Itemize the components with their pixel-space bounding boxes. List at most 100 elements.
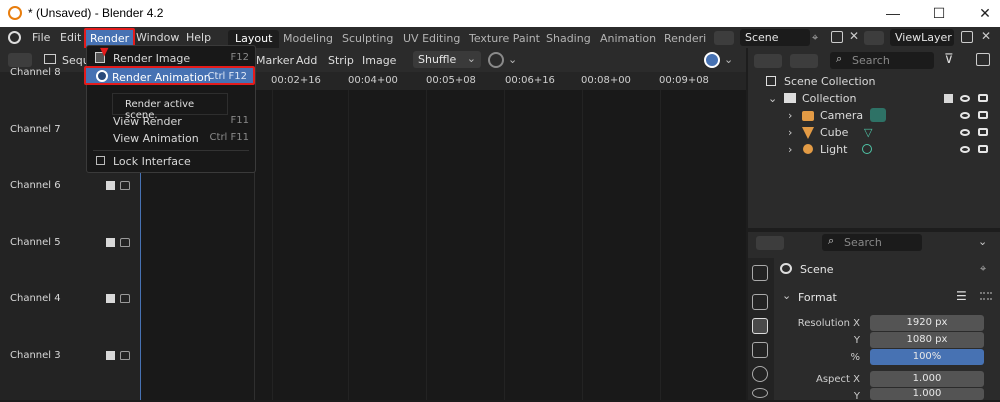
aspect-y-field[interactable]: 1.000	[870, 388, 984, 400]
scene-collection-label[interactable]: Scene Collection	[784, 75, 875, 88]
grid-line	[582, 90, 583, 400]
channel-label[interactable]: Channel 4	[10, 293, 61, 304]
channel-label[interactable]: Channel 5	[10, 237, 61, 248]
pin-icon[interactable]: ⌖	[980, 262, 986, 276]
close-viewlayer-icon[interactable]: ✕	[981, 29, 991, 43]
panel-drag-handle[interactable]	[980, 292, 992, 300]
resolution-x-field[interactable]: 1920 px	[870, 315, 984, 331]
outliner-item-light[interactable]: Light	[820, 143, 847, 156]
outliner-editor-type-icon[interactable]	[754, 54, 782, 68]
new-collection-icon[interactable]	[976, 53, 990, 66]
properties-editor-type-icon[interactable]	[756, 236, 784, 250]
camera-visibility-icon[interactable]	[978, 128, 988, 136]
output-tab-icon[interactable]	[752, 318, 768, 334]
viewlayer-field[interactable]: ViewLayer	[890, 29, 954, 46]
view-animation-item[interactable]: View Animation Ctrl F11	[87, 129, 255, 147]
chevron-right-icon[interactable]: ›	[788, 143, 792, 156]
menu-help[interactable]: Help	[186, 31, 211, 44]
overlap-mode-dropdown[interactable]: Shuffle ⌄	[413, 51, 481, 68]
chevron-right-icon[interactable]: ›	[788, 126, 792, 139]
format-panel-title: Format	[798, 291, 837, 304]
render-animation-item[interactable]: Render Animation Ctrl F12	[84, 66, 255, 85]
outliner-item-cube[interactable]: Cube	[820, 126, 848, 139]
menu-file[interactable]: File	[32, 31, 50, 44]
lock-icon[interactable]	[120, 351, 130, 360]
aspect-x-field[interactable]: 1.000	[870, 371, 984, 387]
lock-interface-checkbox[interactable]	[96, 156, 105, 165]
scene-tab-icon[interactable]	[752, 366, 768, 382]
maximize-button[interactable]: ☐	[916, 0, 962, 27]
resolution-y-field[interactable]: 1080 px	[870, 332, 984, 348]
tool-tab-icon[interactable]	[752, 265, 768, 281]
collection-label[interactable]: Collection	[802, 92, 856, 105]
menu-marker[interactable]: Marker	[256, 54, 294, 67]
channel-mute-checkbox[interactable]	[106, 181, 115, 190]
camera-visibility-icon[interactable]	[978, 94, 988, 102]
pin-icon[interactable]: ⌖	[812, 31, 824, 44]
tab-rendering[interactable]: Renderin	[657, 30, 707, 48]
menu-edit[interactable]: Edit	[60, 31, 81, 44]
scene-field[interactable]: Scene	[740, 29, 810, 46]
chevron-down-icon[interactable]: ⌄	[768, 92, 777, 105]
tab-texture-paint[interactable]: Texture Paint	[462, 30, 547, 48]
chevron-right-icon[interactable]: ›	[788, 109, 792, 122]
menu-add[interactable]: Add	[296, 54, 317, 67]
copy-viewlayer-icon[interactable]	[961, 31, 973, 43]
close-scene-icon[interactable]: ✕	[849, 29, 859, 43]
sequencer-view-icon[interactable]	[44, 54, 56, 64]
lock-interface-item[interactable]: Lock Interface	[87, 152, 255, 170]
snap-options-chevron-icon[interactable]: ⌄	[508, 53, 517, 66]
channel-mute-checkbox[interactable]	[106, 351, 115, 360]
channel-label[interactable]: Channel 3	[10, 350, 61, 361]
render-image-item[interactable]: Render Image F12	[87, 49, 255, 67]
collection-exclude-checkbox[interactable]	[944, 94, 953, 103]
tab-shading[interactable]: Shading	[539, 30, 598, 48]
outliner-search-placeholder: Search	[852, 54, 890, 67]
menu-image[interactable]: Image	[362, 54, 396, 67]
editor-type-icon[interactable]	[8, 53, 32, 67]
timeline-ruler[interactable]: 00:02+16 00:04+00 00:05+08 00:06+16 00:0…	[255, 72, 746, 90]
camera-visibility-icon[interactable]	[978, 111, 988, 119]
camera-visibility-icon[interactable]	[978, 145, 988, 153]
outliner-search-input[interactable]: ⌕ Search	[830, 52, 934, 69]
format-panel-header[interactable]: ⌄ Format ☰	[776, 288, 1000, 306]
channel-mute-checkbox[interactable]	[106, 294, 115, 303]
lock-icon[interactable]	[120, 294, 130, 303]
eye-icon[interactable]	[960, 112, 970, 119]
close-button[interactable]: ✕	[962, 0, 1000, 27]
channel-label[interactable]: Channel 7	[10, 124, 61, 135]
lock-icon[interactable]	[120, 238, 130, 247]
eye-icon[interactable]	[960, 146, 970, 153]
tab-sculpting[interactable]: Sculpting	[335, 30, 400, 48]
eye-icon[interactable]	[960, 129, 970, 136]
outliner-item-camera[interactable]: Camera	[820, 109, 863, 122]
blender-menu-icon[interactable]	[8, 31, 21, 44]
channel-label[interactable]: Channel 8	[10, 67, 61, 78]
lock-icon[interactable]	[120, 181, 130, 190]
menu-window[interactable]: Window	[136, 31, 179, 44]
minimize-button[interactable]: —	[870, 0, 916, 27]
channel-mute-checkbox[interactable]	[106, 238, 115, 247]
chevron-down-icon[interactable]: ⌄	[978, 235, 987, 248]
properties-search-input[interactable]: ⌕ Search	[822, 234, 922, 251]
display-mode-icon[interactable]	[790, 54, 818, 68]
viewlayer-icon[interactable]	[864, 31, 884, 45]
eye-icon[interactable]	[960, 95, 970, 102]
copy-scene-icon[interactable]	[831, 31, 843, 43]
overlay-options-chevron-icon[interactable]: ⌄	[724, 53, 733, 66]
channel-label[interactable]: Channel 6	[10, 180, 61, 191]
menu-strip[interactable]: Strip	[328, 54, 354, 67]
snap-icon[interactable]	[488, 52, 504, 68]
world-tab-icon[interactable]	[752, 388, 768, 398]
tab-animation[interactable]: Animation	[593, 30, 663, 48]
resolution-x-label: Resolution X	[797, 318, 860, 329]
filter-icon[interactable]: ⊽	[944, 52, 954, 67]
scene-selector-icon[interactable]	[714, 31, 734, 45]
tab-modeling[interactable]: Modeling	[276, 30, 340, 48]
render-tab-icon[interactable]	[752, 294, 768, 310]
overlay-toggle-icon[interactable]	[704, 52, 720, 68]
resolution-percent-slider[interactable]: 100%	[870, 349, 984, 365]
view-layer-tab-icon[interactable]	[752, 342, 768, 358]
tab-uv-editing[interactable]: UV Editing	[396, 30, 467, 48]
presets-icon[interactable]: ☰	[956, 289, 967, 303]
